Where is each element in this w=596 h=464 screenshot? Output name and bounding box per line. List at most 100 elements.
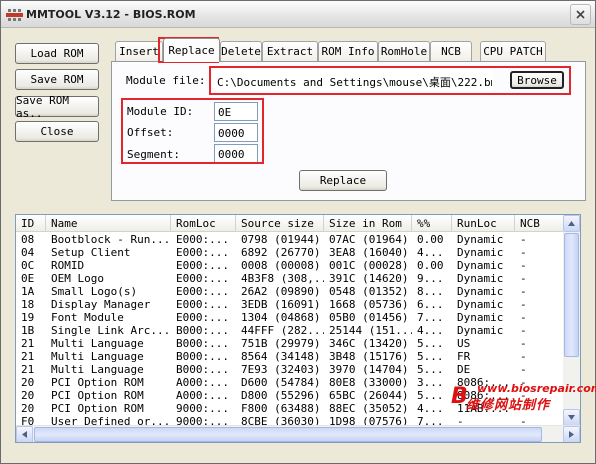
cell-percent: 9... bbox=[417, 272, 444, 285]
table-row[interactable]: 21 Multi Language B000:... 7E93 (32403) 3970… bbox=[16, 363, 564, 376]
cell-percent: 6... bbox=[417, 298, 444, 311]
replace-button[interactable]: Replace bbox=[299, 170, 387, 191]
cell-name: Bootblock - Run... bbox=[51, 233, 171, 246]
cell-romloc: A000:... bbox=[176, 389, 229, 402]
module-id-input[interactable]: 0E bbox=[214, 102, 258, 121]
segment-label: Segment: bbox=[127, 148, 180, 161]
cell-romloc: E000:... bbox=[176, 233, 229, 246]
save-rom-button[interactable]: Save ROM bbox=[15, 69, 99, 90]
window-title: MMTOOL V3.12 - BIOS.ROM bbox=[26, 8, 196, 21]
cell-source-size: 1304 (04868) bbox=[241, 311, 321, 324]
cell-source-size: 7E93 (32403) bbox=[241, 363, 321, 376]
horizontal-scrollbar[interactable] bbox=[16, 425, 580, 442]
load-rom-button[interactable]: Load ROM bbox=[15, 43, 99, 64]
scroll-left-button[interactable] bbox=[16, 426, 33, 442]
cell-name: PCI Option ROM bbox=[51, 402, 144, 415]
offset-input[interactable]: 0000 bbox=[214, 123, 258, 142]
cell-source-size: 3EDB (16091) bbox=[241, 298, 321, 311]
table-row[interactable]: 18 Display Manager E000:... 3EDB (16091) 166… bbox=[16, 298, 564, 311]
table-row[interactable]: 21 Multi Language B000:... 8564 (34148) 3B48… bbox=[16, 350, 564, 363]
cell-percent: 5... bbox=[417, 350, 444, 363]
cell-ncb: - bbox=[520, 298, 527, 311]
table-row[interactable]: 0C ROMID E000:... 0008 (00008) 001C (00028) 0… bbox=[16, 259, 564, 272]
cell-romloc: 9000:... bbox=[176, 402, 229, 415]
cell-name: PCI Option ROM bbox=[51, 389, 144, 402]
tab-insert[interactable]: Insert bbox=[115, 41, 163, 61]
column-header-runloc[interactable]: RunLoc bbox=[452, 215, 515, 232]
table-row[interactable]: 21 Multi Language B000:... 751B (29979) 346C… bbox=[16, 337, 564, 350]
table-row[interactable]: 1A Small Logo(s) E000:... 26A2 (09890) 0548 … bbox=[16, 285, 564, 298]
table-row[interactable]: 1B Single Link Arc... B000:... 44FFF (282..… bbox=[16, 324, 564, 337]
segment-input[interactable]: 0000 bbox=[214, 144, 258, 163]
cell-size-in-rom: 1668 (05736) bbox=[329, 298, 409, 311]
close-window-button[interactable] bbox=[570, 4, 591, 25]
column-header-id[interactable]: ID bbox=[16, 215, 46, 232]
cell-source-size: 44FFF (282... bbox=[241, 324, 324, 337]
cell-size-in-rom: 80E8 (33000) bbox=[329, 376, 409, 389]
cell-runloc: FR bbox=[457, 350, 471, 363]
tab-delete[interactable]: Delete bbox=[220, 41, 262, 61]
column-header-percent[interactable]: %% bbox=[412, 215, 452, 232]
cell-size-in-rom: 3970 (14704) bbox=[329, 363, 409, 376]
cell-size-in-rom: 001C (00028) bbox=[329, 259, 409, 272]
cell-name: Single Link Arc... bbox=[51, 324, 171, 337]
column-header-size-in-rom[interactable]: Size in Rom bbox=[324, 215, 412, 232]
module-file-field[interactable]: C:\Documents and Settings\mouse\桌面\222.b… bbox=[213, 70, 493, 90]
cell-ncb: - bbox=[520, 259, 527, 272]
tab-rom-info[interactable]: ROM Info bbox=[318, 41, 378, 61]
cell-runloc: Dynamic bbox=[457, 259, 504, 272]
cell-source-size: 751B (29979) bbox=[241, 337, 321, 350]
cell-name: PCI Option ROM bbox=[51, 376, 144, 389]
scroll-down-button[interactable] bbox=[563, 409, 580, 426]
cell-ncb: - bbox=[520, 246, 527, 259]
cell-runloc: Dynamic bbox=[457, 246, 504, 259]
column-header-romloc[interactable]: RomLoc bbox=[171, 215, 236, 232]
arrow-down-icon bbox=[568, 415, 575, 420]
cell-name: Multi Language bbox=[51, 337, 144, 350]
browse-button[interactable]: Browse bbox=[510, 71, 564, 89]
cell-runloc: Dynamic bbox=[457, 272, 504, 285]
table-row[interactable]: 0E OEM Logo E000:... 4B3F8 (308,... 391C (14… bbox=[16, 272, 564, 285]
horizontal-scroll-thumb[interactable] bbox=[34, 427, 542, 442]
save-rom-as-button[interactable]: Save ROM as.. bbox=[15, 94, 99, 120]
arrow-up-icon bbox=[568, 221, 575, 226]
cell-size-in-rom: 3B48 (15176) bbox=[329, 350, 409, 363]
cell-size-in-rom: 3EA8 (16040) bbox=[329, 246, 409, 259]
cell-size-in-rom: 65BC (26044) bbox=[329, 389, 409, 402]
column-header-source-size[interactable]: Source size bbox=[236, 215, 324, 232]
cell-name: Font Module bbox=[51, 311, 124, 324]
table-row[interactable]: 08 Bootblock - Run... E000:... 0798 (01944)… bbox=[16, 233, 564, 246]
scroll-right-button[interactable] bbox=[563, 426, 580, 442]
cell-romloc: A000:... bbox=[176, 376, 229, 389]
cell-name: Display Manager bbox=[51, 298, 151, 311]
title-bar[interactable]: MMTOOL V3.12 - BIOS.ROM bbox=[1, 1, 595, 28]
watermark-text: 维修网站制作 bbox=[466, 398, 551, 413]
cell-name: Small Logo(s) bbox=[51, 285, 138, 298]
tab-replace[interactable]: Replace bbox=[163, 38, 220, 62]
tab-extract[interactable]: Extract bbox=[262, 41, 318, 61]
cell-romloc: B000:... bbox=[176, 337, 229, 350]
module-id-label: Module ID: bbox=[127, 105, 194, 118]
cell-romloc: E000:... bbox=[176, 311, 229, 324]
cell-romloc: E000:... bbox=[176, 298, 229, 311]
vertical-scroll-thumb[interactable] bbox=[564, 233, 579, 357]
cell-romloc: B000:... bbox=[176, 363, 229, 376]
cell-runloc: DE bbox=[457, 363, 471, 376]
tab-romhole[interactable]: RomHole bbox=[378, 41, 430, 61]
tab-cpu-patch[interactable]: CPU PATCH bbox=[480, 41, 546, 61]
cell-size-in-rom: 05B0 (01456) bbox=[329, 311, 409, 324]
table-row[interactable]: 04 Setup Client E000:... 6892 (26770) 3EA8 (… bbox=[16, 246, 564, 259]
scroll-up-button[interactable] bbox=[563, 215, 580, 232]
cell-id: 08 bbox=[21, 233, 35, 246]
cell-runloc: Dynamic bbox=[457, 233, 504, 246]
cell-percent: 0.00 bbox=[417, 259, 444, 272]
table-row[interactable]: 19 Font Module E000:... 1304 (04868) 05B0 (0… bbox=[16, 311, 564, 324]
column-header-name[interactable]: Name bbox=[46, 215, 171, 232]
cell-runloc: Dynamic bbox=[457, 311, 504, 324]
column-header-ncb[interactable]: NCB bbox=[515, 215, 564, 232]
arrow-right-icon bbox=[569, 431, 574, 438]
close-button[interactable]: Close bbox=[15, 121, 99, 142]
cell-percent: 7... bbox=[417, 311, 444, 324]
offset-label: Offset: bbox=[127, 126, 174, 139]
tab-ncb[interactable]: NCB bbox=[430, 41, 472, 61]
